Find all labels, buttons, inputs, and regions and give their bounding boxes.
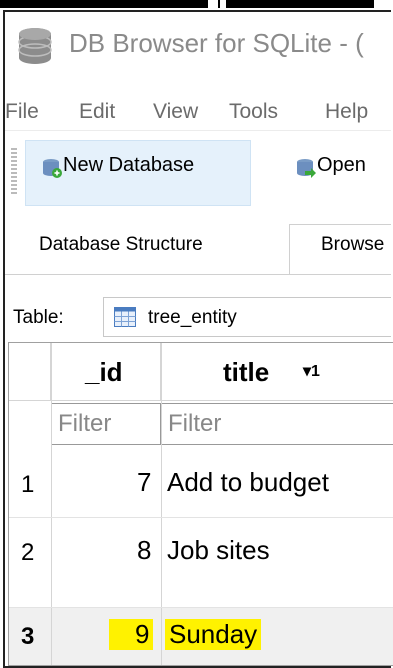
column-header-title[interactable]: title ▾1	[161, 343, 393, 401]
window-title: DB Browser for SQLite - (	[69, 28, 364, 58]
cell-id[interactable]: 7	[137, 467, 151, 498]
tab-browse-data[interactable]: Browse	[321, 234, 384, 256]
menu-tools[interactable]: Tools	[229, 100, 278, 124]
table-selector-row: Table: tree_entity	[5, 295, 391, 339]
cell-title[interactable]: Job sites	[167, 535, 270, 566]
cell-title[interactable]: Sunday	[165, 619, 262, 650]
menu-view[interactable]: View	[153, 100, 198, 124]
cell-title[interactable]: Add to budget	[167, 467, 329, 498]
open-database-button[interactable]: Open	[317, 154, 366, 177]
crop-strip	[0, 0, 393, 8]
menu-edit[interactable]: Edit	[79, 100, 115, 124]
row-number: 2	[21, 539, 35, 566]
new-database-icon	[43, 159, 62, 178]
data-grid: _id title ▾1 Filter Filter 1 7 Add to bu…	[8, 342, 393, 666]
cell-id[interactable]: 9	[109, 619, 154, 650]
menu-bar: File Edit View Tools Help	[5, 94, 391, 130]
column-header-id[interactable]: _id	[51, 343, 161, 401]
table-select[interactable]: tree_entity	[103, 297, 391, 337]
new-database-label: New Database	[63, 154, 195, 176]
col-divider	[51, 343, 52, 665]
toolbar-grip[interactable]	[11, 148, 17, 194]
row-divider	[9, 607, 393, 608]
row-number: 1	[21, 471, 35, 498]
row-number: 3	[21, 623, 35, 650]
column-header-title-label: title	[223, 357, 270, 387]
open-database-icon	[297, 159, 316, 178]
database-icon	[18, 28, 52, 64]
filter-input-title[interactable]: Filter	[161, 403, 393, 445]
tab-divider	[5, 274, 391, 275]
menu-separator	[5, 130, 391, 131]
filter-input-id[interactable]: Filter	[51, 403, 161, 445]
row-divider	[9, 517, 393, 518]
cell-id[interactable]: 8	[137, 535, 151, 566]
table-select-value: tree_entity	[148, 307, 237, 328]
col-divider	[161, 343, 162, 665]
menu-file[interactable]: File	[5, 100, 39, 124]
title-bar: DB Browser for SQLite - (	[5, 12, 391, 82]
column-header-id-label: _id	[85, 357, 123, 387]
menu-help[interactable]: Help	[325, 100, 368, 124]
corner-header[interactable]	[9, 343, 51, 401]
table-icon	[114, 307, 136, 327]
toolbar: New Database Open	[5, 134, 391, 208]
tab-bar: Database Structure Browse	[5, 222, 391, 275]
filter-row: Filter Filter	[9, 401, 393, 447]
sort-indicator-icon: ▾1	[303, 363, 320, 380]
tab-database-structure[interactable]: Database Structure	[39, 234, 203, 256]
table-label: Table:	[13, 307, 64, 328]
